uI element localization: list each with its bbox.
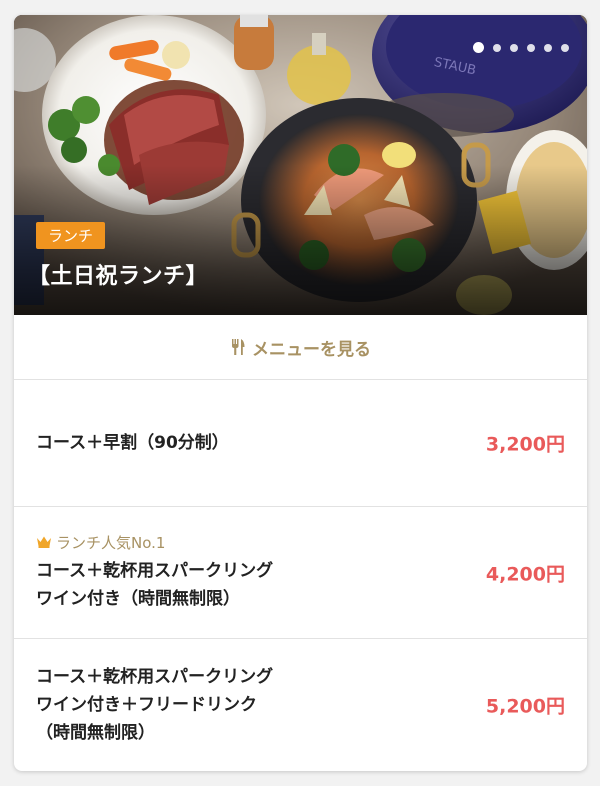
popular-tag-label: ランチ人気No.1 — [56, 534, 166, 552]
course-name-line: （時間無制限） — [36, 723, 155, 743]
course-name-line: コース＋乾杯用スパークリング — [36, 667, 274, 687]
popular-tag: ランチ人気No.1 — [36, 532, 456, 553]
course-row[interactable]: コース＋早割（90分制） 3,200円 — [14, 380, 587, 507]
carousel-dot-2[interactable] — [493, 43, 501, 52]
course-row[interactable]: コース＋乾杯用スパークリング ワイン付き＋フリードリンク （時間無制限） 5,2… — [14, 639, 587, 771]
carousel-dot-1[interactable] — [473, 42, 484, 53]
carousel-dot-6[interactable] — [561, 43, 569, 52]
hero-photo-carousel[interactable]: STAUB ランチ 【土日祝ランチ】 — [14, 15, 587, 315]
view-menu-label: メニューを見る — [252, 339, 371, 360]
carousel-indicators[interactable] — [473, 42, 569, 53]
course-name: コース＋早割（90分制） — [36, 429, 456, 457]
fork-knife-icon — [230, 338, 246, 356]
course-name-line: ワイン付き（時間無制限） — [36, 589, 240, 609]
view-menu-button[interactable]: メニューを見る — [14, 315, 587, 380]
carousel-dot-5[interactable] — [544, 43, 552, 52]
plan-title: 【土日祝ランチ】 — [28, 264, 209, 289]
course-name: コース＋乾杯用スパークリング ワイン付き（時間無制限） — [36, 557, 456, 613]
course-price: 4,200円 — [485, 563, 565, 585]
course-price: 5,200円 — [485, 695, 565, 718]
course-name-line: ワイン付き＋フリードリンク — [36, 695, 257, 715]
course-price: 3,200円 — [485, 433, 565, 456]
course-name-line: コース＋早割（90分制） — [36, 433, 229, 453]
carousel-dot-3[interactable] — [510, 43, 518, 52]
lunch-plan-card: STAUB ランチ 【土日祝ランチ】 メニューを見る コース＋早割（90分制） … — [14, 15, 587, 771]
crown-icon — [36, 534, 52, 552]
course-name-line: コース＋乾杯用スパークリング — [36, 561, 274, 581]
category-badge: ランチ — [36, 222, 106, 249]
course-row[interactable]: ランチ人気No.1 コース＋乾杯用スパークリング ワイン付き（時間無制限） 4,… — [14, 507, 587, 639]
carousel-dot-4[interactable] — [527, 43, 535, 52]
course-name: コース＋乾杯用スパークリング ワイン付き＋フリードリンク （時間無制限） — [36, 663, 456, 747]
